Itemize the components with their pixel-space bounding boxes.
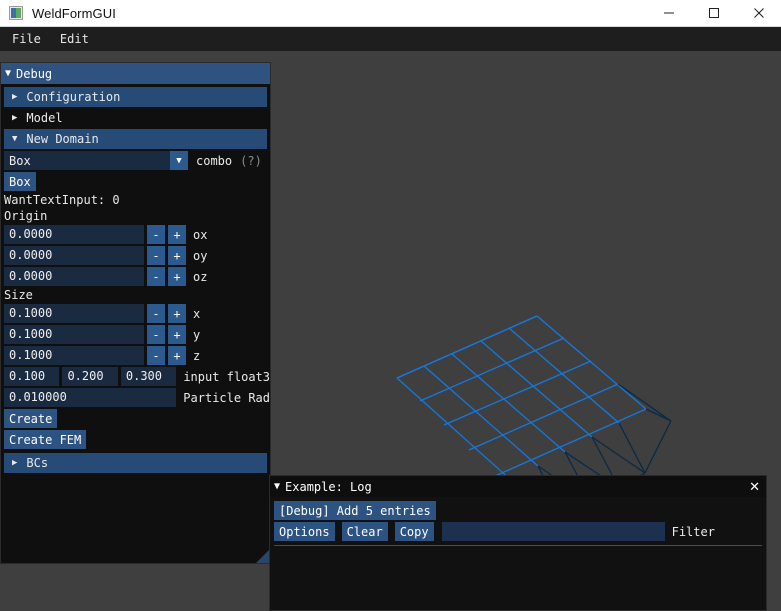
log-panel-body: [Debug] Add 5 entries Options Clear Copy… (270, 497, 766, 541)
tree-item-bcs-label: BCs (26, 456, 49, 470)
origin-oz-plus-button[interactable]: + (168, 267, 186, 286)
size-z-plus-button[interactable]: + (168, 346, 186, 365)
size-x-label: x (193, 306, 201, 321)
size-y-row: 0.1000 - + y (4, 325, 270, 344)
size-x-plus-button[interactable]: + (168, 304, 186, 323)
create-fem-row: Create FEM (4, 430, 270, 449)
tree-item-new-domain[interactable]: ▼ New Domain (4, 129, 267, 149)
origin-ox-input[interactable]: 0.0000 (4, 225, 144, 244)
copy-button[interactable]: Copy (394, 522, 434, 541)
log-panel-title: Example: Log (285, 479, 372, 494)
size-x-minus-button[interactable]: - (147, 304, 165, 323)
size-z-row: 0.1000 - + z (4, 346, 270, 365)
minimize-button[interactable] (646, 0, 691, 27)
log-panel-header[interactable]: ▼ Example: Log ✕ (270, 476, 766, 497)
origin-oy-minus-button[interactable]: - (147, 246, 165, 265)
menubar: File Edit (0, 27, 781, 51)
close-button[interactable] (736, 0, 781, 27)
origin-oy-input[interactable]: 0.0000 (4, 246, 144, 265)
origin-oy-plus-button[interactable]: + (168, 246, 186, 265)
window-title: WeldFormGUI (32, 5, 116, 21)
particle-radius-row: 0.010000 Particle Rad (4, 388, 270, 407)
debug-panel-header[interactable]: ▼ Debug (1, 63, 270, 84)
menu-item-file[interactable]: File (5, 30, 48, 48)
float3-row: 0.100 0.200 0.300 input float3 (4, 367, 270, 386)
debug-panel-title: Debug (16, 66, 53, 81)
chevron-down-icon: ▼ (12, 133, 18, 144)
size-x-row: 0.1000 - + x (4, 304, 270, 323)
size-y-minus-button[interactable]: - (147, 325, 165, 344)
origin-oz-input[interactable]: 0.0000 (4, 267, 144, 286)
origin-ox-plus-button[interactable]: + (168, 225, 186, 244)
origin-oz-minus-button[interactable]: - (147, 267, 165, 286)
want-text-input-status: WantTextInput: 0 (4, 193, 120, 207)
tree-item-bcs[interactable]: ▶ BCs (4, 453, 267, 473)
chevron-down-icon[interactable]: ▼ (274, 481, 280, 492)
filter-input[interactable] (441, 522, 665, 541)
create-row: Create (4, 409, 270, 428)
box-button[interactable]: Box (4, 172, 36, 191)
log-separator (274, 545, 762, 546)
chevron-down-icon[interactable]: ▼ (5, 68, 11, 79)
tree-item-model[interactable]: ▶ Model (4, 108, 267, 128)
float3-input-2[interactable]: 0.300 (120, 367, 177, 386)
particle-radius-label: Particle Rad (183, 390, 270, 405)
options-button[interactable]: Options (274, 522, 335, 541)
size-z-input[interactable]: 0.1000 (4, 346, 144, 365)
origin-ox-label: ox (193, 227, 208, 242)
app-icon (9, 6, 23, 20)
tree-item-new-domain-label: New Domain (26, 132, 99, 146)
debug-panel-resize-grip[interactable] (256, 549, 270, 563)
clear-button[interactable]: Clear (341, 522, 388, 541)
maximize-button[interactable] (691, 0, 736, 27)
origin-ox-row: 0.0000 - + ox (4, 225, 270, 244)
float3-input-1[interactable]: 0.200 (62, 367, 118, 386)
size-x-input[interactable]: 0.1000 (4, 304, 144, 323)
debug-panel[interactable]: ▼ Debug ▶ Configuration ▶ Model ▼ New Do… (0, 62, 271, 564)
chevron-down-icon[interactable]: ▼ (170, 151, 188, 170)
window-titlebar: WeldFormGUI (0, 0, 781, 27)
size-section-label: Size (4, 288, 33, 302)
add-entries-row: [Debug] Add 5 entries (274, 501, 766, 520)
origin-oy-row: 0.0000 - + oy (4, 246, 270, 265)
shape-combo-value: Box (9, 153, 31, 168)
shape-combo[interactable]: Box (4, 151, 170, 170)
log-panel[interactable]: ▼ Example: Log ✕ [Debug] Add 5 entries O… (269, 475, 767, 611)
shape-combo-row: Box ▼ combo (?) (4, 151, 270, 170)
close-icon[interactable]: ✕ (749, 480, 760, 493)
origin-oz-label: oz (193, 269, 208, 284)
chevron-right-icon: ▶ (12, 91, 18, 102)
tree-item-model-label: Model (26, 111, 63, 125)
log-toolbar: Options Clear Copy Filter (274, 522, 766, 541)
tree-item-configuration[interactable]: ▶ Configuration (4, 87, 267, 107)
window-controls (646, 0, 781, 27)
origin-oz-row: 0.0000 - + oz (4, 267, 270, 286)
chevron-right-icon: ▶ (12, 112, 18, 123)
shape-combo-label: combo (196, 153, 233, 168)
size-y-plus-button[interactable]: + (168, 325, 186, 344)
shape-button-row: Box (4, 172, 270, 191)
add-entries-button[interactable]: [Debug] Add 5 entries (274, 501, 436, 520)
size-y-label: y (193, 327, 201, 342)
float3-label: input float3 (183, 369, 271, 384)
size-z-minus-button[interactable]: - (147, 346, 165, 365)
size-y-input[interactable]: 0.1000 (4, 325, 144, 344)
filter-label: Filter (671, 524, 715, 539)
size-z-label: z (193, 348, 201, 363)
menu-item-edit[interactable]: Edit (53, 30, 96, 48)
float3-input-0[interactable]: 0.100 (4, 367, 60, 386)
particle-radius-input[interactable]: 0.010000 (4, 388, 177, 407)
chevron-right-icon: ▶ (12, 457, 18, 468)
create-fem-button[interactable]: Create FEM (4, 430, 87, 449)
origin-ox-minus-button[interactable]: - (147, 225, 165, 244)
origin-section-label: Origin (4, 209, 48, 223)
origin-oy-label: oy (193, 248, 208, 263)
shape-combo-help-icon[interactable]: (?) (240, 154, 262, 168)
debug-panel-body: ▶ Configuration ▶ Model ▼ New Domain Box… (1, 84, 270, 473)
create-button[interactable]: Create (4, 409, 58, 428)
tree-item-configuration-label: Configuration (26, 90, 121, 104)
